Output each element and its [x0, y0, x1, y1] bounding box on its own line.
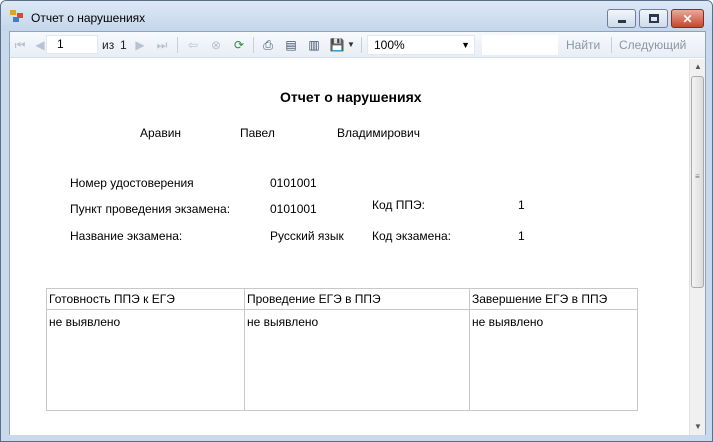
toolbar-separator: [253, 37, 254, 53]
minimize-icon: [618, 20, 626, 23]
page-number-value: 1: [57, 37, 64, 51]
report-viewer-window: Отчет о нарушениях ✕ ⏮ ◀ 1 из 1 ▶ ⏭ ⇦ ⊗ …: [0, 0, 713, 442]
print-layout-icon[interactable]: ▤: [283, 37, 299, 53]
table-column: Проведение ЕГЭ в ППЭ не выявлено: [245, 289, 470, 410]
window-title: Отчет о нарушениях: [31, 11, 146, 25]
first-name: Павел: [240, 126, 275, 140]
ppe-code-value: 1: [518, 198, 525, 212]
patronymic: Владимирович: [337, 126, 421, 140]
certificate-label: Номер удостоверения: [70, 176, 194, 190]
last-name: Аравин: [140, 126, 182, 140]
maximize-button[interactable]: [639, 9, 668, 28]
exam-name-label: Название экзамена:: [70, 229, 183, 243]
refresh-icon[interactable]: ⟳: [231, 37, 247, 53]
find-link[interactable]: Найти: [566, 36, 600, 54]
column-value: не выявлено: [247, 315, 319, 329]
table-column: Завершение ЕГЭ в ППЭ не выявлено: [470, 289, 637, 410]
find-input[interactable]: [482, 35, 558, 55]
title-bar[interactable]: Отчет о нарушениях ✕: [1, 1, 712, 31]
zoom-value: 100%: [374, 38, 405, 52]
zoom-select[interactable]: 100% ▼: [367, 35, 475, 55]
toolbar-separator: [177, 37, 178, 53]
certificate-value: 0101001: [270, 176, 317, 190]
chevron-down-icon: ▼: [461, 40, 470, 50]
column-header: Завершение ЕГЭ в ППЭ: [470, 289, 637, 310]
minimize-button[interactable]: [607, 9, 636, 28]
exam-code-label: Код экзамена:: [372, 229, 451, 243]
toolbar-separator: [361, 37, 362, 53]
scroll-up-icon[interactable]: ▲: [690, 59, 706, 75]
scroll-down-icon[interactable]: ▼: [690, 419, 706, 435]
report-page: Отчет о нарушениях Аравин Павел Владимир…: [10, 59, 689, 435]
last-page-icon[interactable]: ⏭: [154, 37, 170, 53]
chevron-down-icon[interactable]: ▼: [343, 37, 359, 53]
page-setup-icon[interactable]: ▥: [306, 37, 322, 53]
next-page-icon[interactable]: ▶: [132, 37, 148, 53]
stop-icon[interactable]: ⊗: [208, 37, 224, 53]
grip-icon: ≡: [695, 172, 700, 181]
close-icon: ✕: [682, 12, 693, 26]
table-column: Готовность ППЭ к ЕГЭ не выявлено: [47, 289, 245, 410]
first-page-icon[interactable]: ⏮: [12, 37, 28, 53]
ppe-code-label: Код ППЭ:: [372, 198, 425, 212]
exam-code-value: 1: [518, 229, 525, 243]
column-value: не выявлено: [49, 315, 121, 329]
viewer-client-area: ⏮ ◀ 1 из 1 ▶ ⏭ ⇦ ⊗ ⟳ ⎙ ▤ ▥ 💾 ▼ 100% ▼ На…: [9, 31, 706, 435]
scroll-thumb[interactable]: ≡: [691, 76, 704, 288]
maximize-icon: [649, 14, 659, 23]
total-pages: 1: [120, 38, 127, 52]
report-toolbar: ⏮ ◀ 1 из 1 ▶ ⏭ ⇦ ⊗ ⟳ ⎙ ▤ ▥ 💾 ▼ 100% ▼ На…: [10, 32, 705, 58]
report-title: Отчет о нарушениях: [280, 89, 422, 105]
toolbar-separator: [611, 37, 612, 53]
column-header: Проведение ЕГЭ в ППЭ: [245, 289, 469, 310]
print-icon[interactable]: ⎙: [260, 37, 276, 53]
close-button[interactable]: ✕: [671, 9, 704, 28]
column-value: не выявлено: [472, 315, 544, 329]
violations-table: Готовность ППЭ к ЕГЭ не выявлено Проведе…: [46, 288, 638, 411]
column-header: Готовность ППЭ к ЕГЭ: [47, 289, 244, 310]
page-number-input[interactable]: 1: [46, 35, 98, 54]
exam-name-value: Русский язык: [270, 229, 344, 243]
ppe-point-value: 0101001: [270, 202, 317, 216]
ppe-point-label: Пункт проведения экзамена:: [70, 202, 231, 216]
of-label: из: [102, 38, 115, 52]
vertical-scrollbar[interactable]: ▲ ≡ ▼: [689, 59, 705, 435]
back-icon[interactable]: ⇦: [185, 37, 201, 53]
next-link[interactable]: Следующий: [619, 36, 686, 54]
app-icon: [10, 10, 23, 22]
